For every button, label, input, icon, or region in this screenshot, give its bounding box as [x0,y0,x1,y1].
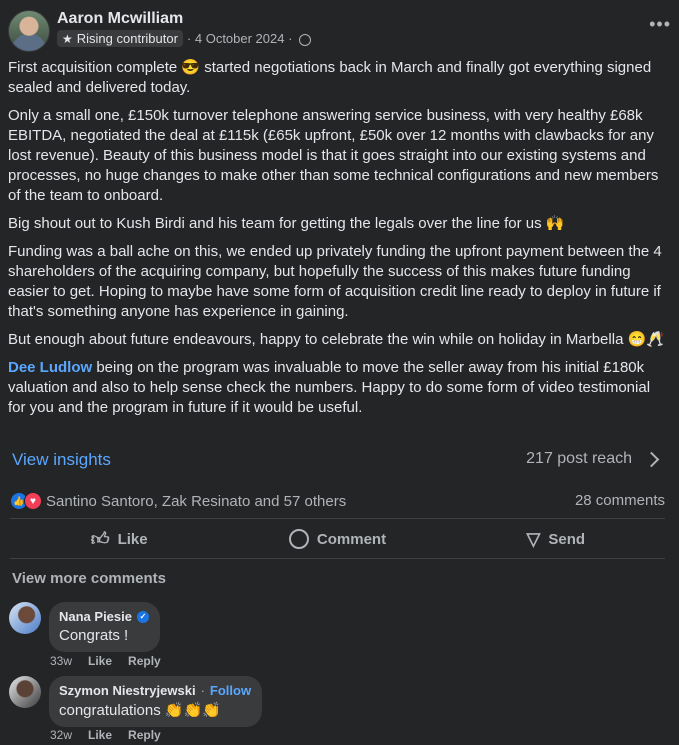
chevron-right-icon [643,451,660,467]
comment-button[interactable]: Comment [228,520,446,558]
more-icon[interactable]: ••• [649,14,671,35]
send-label: Send [548,530,586,548]
comments-count[interactable]: 28 comments [575,492,665,509]
comment-reply-button[interactable]: Reply [128,654,161,668]
comment-time[interactable]: 32w [50,728,72,742]
post-header: Aaron Mcwilliam ★ Rising contributor · 4… [8,8,679,52]
comment-time[interactable]: 33w [50,654,72,668]
star-icon: ★ [62,31,73,46]
divider [10,558,665,559]
author-name[interactable]: Aaron Mcwilliam [57,10,183,28]
post-reach[interactable]: 217 post reach [526,450,660,468]
comment-reply-button[interactable]: Reply [128,728,161,742]
comment-bubble: Nana Piesie ✓ Congrats ! [49,602,160,652]
badge-label: Rising contributor [76,31,178,46]
view-insights-link[interactable]: View insights [12,450,111,470]
contributor-badge[interactable]: ★ Rising contributor [57,30,183,47]
verified-icon: ✓ [137,610,149,623]
comment-like-button[interactable]: Like [88,728,112,742]
comment-text: congratulations 👏👏👏 [59,702,221,719]
comment-label: Comment [316,530,387,548]
mention-text: being on the program was invaluable to m… [8,359,651,416]
commenter-name: Szymon Niestryjewski · Follow [59,683,251,698]
comment-like-button[interactable]: Like [88,654,112,668]
view-more-comments[interactable]: View more comments [12,570,166,587]
post-paragraph: Big shout out to Kush Birdi and his team… [8,215,565,232]
separator-dot: · [200,683,205,698]
reactions-summary[interactable]: 👍 ♥ Santino Santoro, Zak Resinato and 57… [10,492,346,510]
divider [10,518,665,519]
post-reach-label: 217 post reach [526,450,632,467]
post-date[interactable]: · 4 October 2024 · [187,31,293,46]
author-avatar[interactable] [8,10,50,52]
comment-text: Congrats ! [59,627,129,644]
commenter-name-text: Nana Piesie [59,609,132,624]
action-bar: 👍︎ Like Comment ▽ Send [10,520,665,558]
mention-link[interactable]: Dee Ludlow [8,359,92,376]
post-paragraph-mention: Dee Ludlow being on the program was inva… [8,358,668,418]
post-meta: ★ Rising contributor · 4 October 2024 · [57,30,312,47]
post-body: First acquisition complete 😎 started neg… [8,58,668,426]
send-icon: ▽ [526,528,541,549]
post-paragraph: First acquisition complete 😎 started neg… [8,59,652,96]
post-paragraph: Funding was a ball ache on this, we ende… [8,243,662,320]
commenter-avatar[interactable] [9,676,41,708]
commenter-name-text[interactable]: Szymon Niestryjewski [59,683,196,698]
thumbs-up-icon: 👍︎ [90,529,110,549]
globe-icon [299,33,312,46]
comment-bubble: Szymon Niestryjewski · Follow congratula… [49,676,263,727]
like-label: Like [117,530,148,548]
post-paragraph: But enough about future endeavours, happ… [8,331,665,348]
love-reaction-icon: ♥ [24,492,42,510]
send-button[interactable]: ▽ Send [447,520,665,558]
comment-meta: 32w Like Reply [50,728,161,742]
comment-meta: 33w Like Reply [50,654,161,668]
like-button[interactable]: 👍︎ Like [10,520,228,558]
reaction-icons: 👍 ♥ [10,492,42,510]
follow-button[interactable]: Follow [210,683,251,698]
commenter-avatar[interactable] [9,602,41,634]
commenter-name[interactable]: Nana Piesie ✓ [59,609,149,624]
post-paragraph: Only a small one, £150k turnover telepho… [8,107,659,204]
reactions-names: Santino Santoro, Zak Resinato and 57 oth… [46,492,347,510]
comment-icon [288,529,309,549]
